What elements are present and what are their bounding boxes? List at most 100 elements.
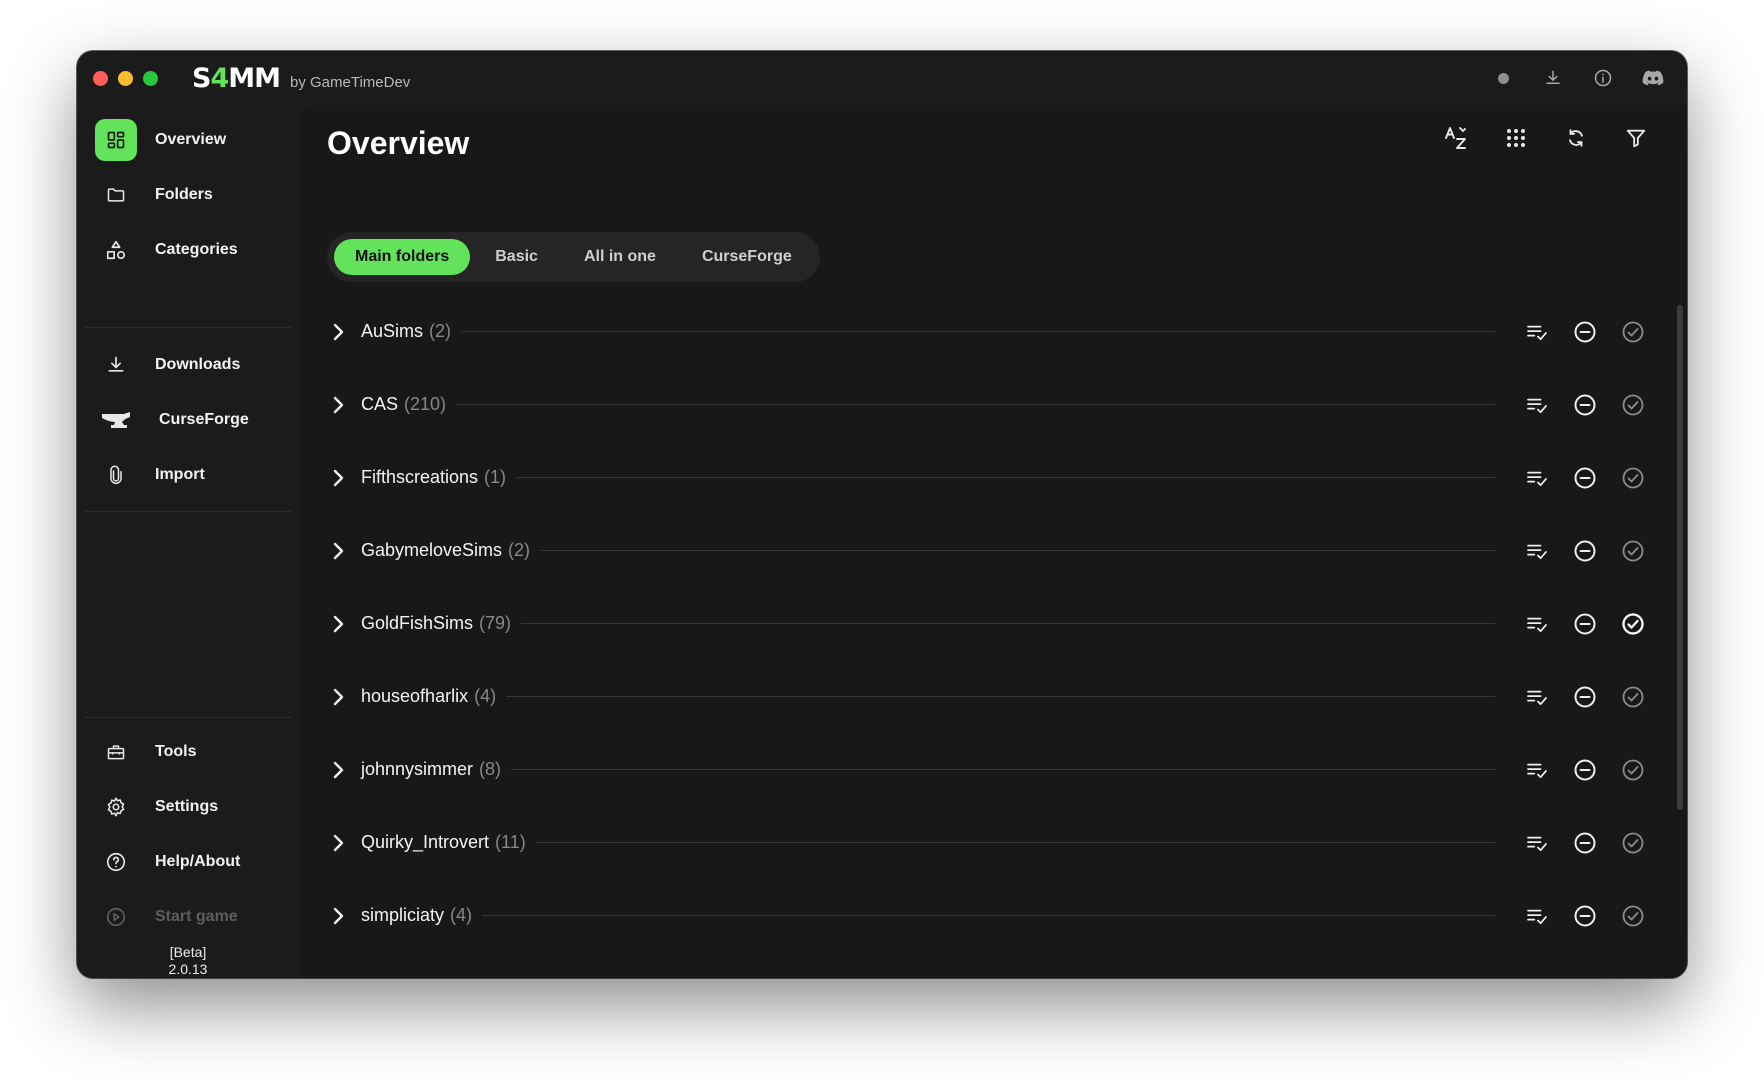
- checklist-icon[interactable]: [1523, 318, 1551, 346]
- sidebar-divider: [85, 327, 291, 328]
- sidebar-item-start-game[interactable]: Start game: [95, 897, 295, 937]
- tab-main-folders[interactable]: Main folders: [334, 239, 471, 275]
- sidebar-item-help[interactable]: Help/About: [95, 842, 295, 882]
- checklist-icon[interactable]: [1523, 756, 1551, 784]
- sidebar-item-import[interactable]: Import: [95, 455, 295, 495]
- row-actions: [1513, 829, 1647, 857]
- disable-circle-icon[interactable]: [1571, 975, 1599, 979]
- discord-icon[interactable]: [1641, 66, 1665, 90]
- row-divider-line: [482, 915, 1495, 916]
- scrollbar[interactable]: [1677, 305, 1683, 810]
- folder-count: (79): [479, 613, 512, 633]
- folder-count: (11): [495, 832, 526, 852]
- row-divider-line: [506, 696, 1495, 697]
- enable-check-icon[interactable]: [1619, 902, 1647, 930]
- disable-circle-icon[interactable]: [1571, 318, 1599, 346]
- disable-circle-icon[interactable]: [1571, 756, 1599, 784]
- sidebar-item-curseforge[interactable]: CurseForge: [95, 400, 295, 440]
- minimize-window-button[interactable]: [118, 70, 133, 86]
- title-bar: S4MM by GameTimeDev: [77, 51, 1687, 105]
- checklist-icon[interactable]: [1523, 537, 1551, 565]
- folder-row: AuSims (2): [327, 295, 1647, 368]
- chevron-right-icon[interactable]: [327, 540, 349, 562]
- page-title: Overview: [327, 125, 470, 161]
- sidebar-item-categories[interactable]: Categories: [95, 230, 295, 270]
- tab-curseforge[interactable]: CurseForge: [681, 239, 813, 275]
- tab-basic[interactable]: Basic: [474, 239, 559, 275]
- chevron-right-icon[interactable]: [327, 759, 349, 781]
- row-actions: [1513, 756, 1647, 784]
- disable-circle-icon[interactable]: [1571, 829, 1599, 857]
- chevron-right-icon[interactable]: [327, 394, 349, 416]
- sidebar-item-folders[interactable]: Folders: [95, 175, 295, 215]
- folder-count: (4): [474, 686, 497, 706]
- enable-check-icon[interactable]: [1619, 318, 1647, 346]
- main-content: Overview Main folders Basic All in one C…: [299, 105, 1687, 978]
- checklist-icon[interactable]: [1523, 391, 1551, 419]
- folder-name: houseofharlix: [361, 686, 469, 706]
- disable-circle-icon[interactable]: [1571, 683, 1599, 711]
- sidebar-item-label: Folders: [155, 186, 213, 203]
- enable-check-icon[interactable]: [1619, 610, 1647, 638]
- chevron-right-icon[interactable]: [327, 686, 349, 708]
- sort-az-icon[interactable]: [1441, 123, 1471, 153]
- enable-check-icon[interactable]: [1619, 975, 1647, 979]
- toolbox-icon: [95, 731, 137, 773]
- enable-check-icon[interactable]: [1619, 464, 1647, 492]
- checklist-icon[interactable]: [1523, 975, 1551, 979]
- download-icon[interactable]: [1541, 66, 1565, 90]
- row-actions: [1513, 391, 1647, 419]
- disable-circle-icon[interactable]: [1571, 391, 1599, 419]
- sidebar-item-overview[interactable]: Overview: [95, 119, 295, 161]
- app-logo: S4MM: [192, 62, 281, 94]
- chevron-right-icon[interactable]: [327, 832, 349, 854]
- disable-circle-icon[interactable]: [1571, 464, 1599, 492]
- info-icon[interactable]: [1591, 66, 1615, 90]
- sidebar-item-downloads[interactable]: Downloads: [95, 345, 295, 385]
- help-icon: [95, 841, 137, 883]
- enable-check-icon[interactable]: [1619, 756, 1647, 784]
- checklist-icon[interactable]: [1523, 902, 1551, 930]
- filter-icon[interactable]: [1621, 123, 1651, 153]
- folder-row: johnnysimmer (8): [327, 733, 1647, 806]
- sidebar-item-settings[interactable]: Settings: [95, 787, 295, 827]
- enable-check-icon[interactable]: [1619, 829, 1647, 857]
- tab-all-in-one[interactable]: All in one: [563, 239, 677, 275]
- row-divider-line: [521, 623, 1495, 624]
- enable-check-icon[interactable]: [1619, 683, 1647, 711]
- sidebar: Overview Folders Categories Downloads Cu…: [77, 105, 299, 978]
- grid-view-icon[interactable]: [1501, 123, 1531, 153]
- disable-circle-icon[interactable]: [1571, 537, 1599, 565]
- folder-name: Quirky_Introvert: [361, 832, 490, 852]
- folder-icon: [95, 174, 137, 216]
- folder-name: simpliciaty: [361, 905, 445, 925]
- enable-check-icon[interactable]: [1619, 391, 1647, 419]
- enable-check-icon[interactable]: [1619, 537, 1647, 565]
- close-window-button[interactable]: [93, 70, 108, 86]
- row-actions: [1513, 610, 1647, 638]
- checklist-icon[interactable]: [1523, 464, 1551, 492]
- chevron-right-icon[interactable]: [327, 978, 349, 979]
- checklist-icon[interactable]: [1523, 829, 1551, 857]
- zoom-window-button[interactable]: [143, 70, 158, 86]
- disable-circle-icon[interactable]: [1571, 902, 1599, 930]
- checklist-icon[interactable]: [1523, 683, 1551, 711]
- disable-circle-icon[interactable]: [1571, 610, 1599, 638]
- chevron-right-icon[interactable]: [327, 467, 349, 489]
- sidebar-divider: [85, 511, 291, 512]
- row-divider-line: [535, 842, 1495, 843]
- play-icon: [95, 896, 137, 938]
- row-actions: [1513, 318, 1647, 346]
- folder-count: (210): [404, 394, 447, 414]
- window-controls: [93, 70, 158, 86]
- refresh-icon[interactable]: [1561, 123, 1591, 153]
- row-divider-line: [540, 550, 1495, 551]
- row-divider-line: [511, 769, 1495, 770]
- sidebar-item-tools[interactable]: Tools: [95, 732, 295, 772]
- folder-row: simpliciaty (4): [327, 879, 1647, 952]
- chevron-right-icon[interactable]: [327, 321, 349, 343]
- chevron-right-icon[interactable]: [327, 905, 349, 927]
- folder-row: SSalon (3): [327, 952, 1647, 978]
- checklist-icon[interactable]: [1523, 610, 1551, 638]
- chevron-right-icon[interactable]: [327, 613, 349, 635]
